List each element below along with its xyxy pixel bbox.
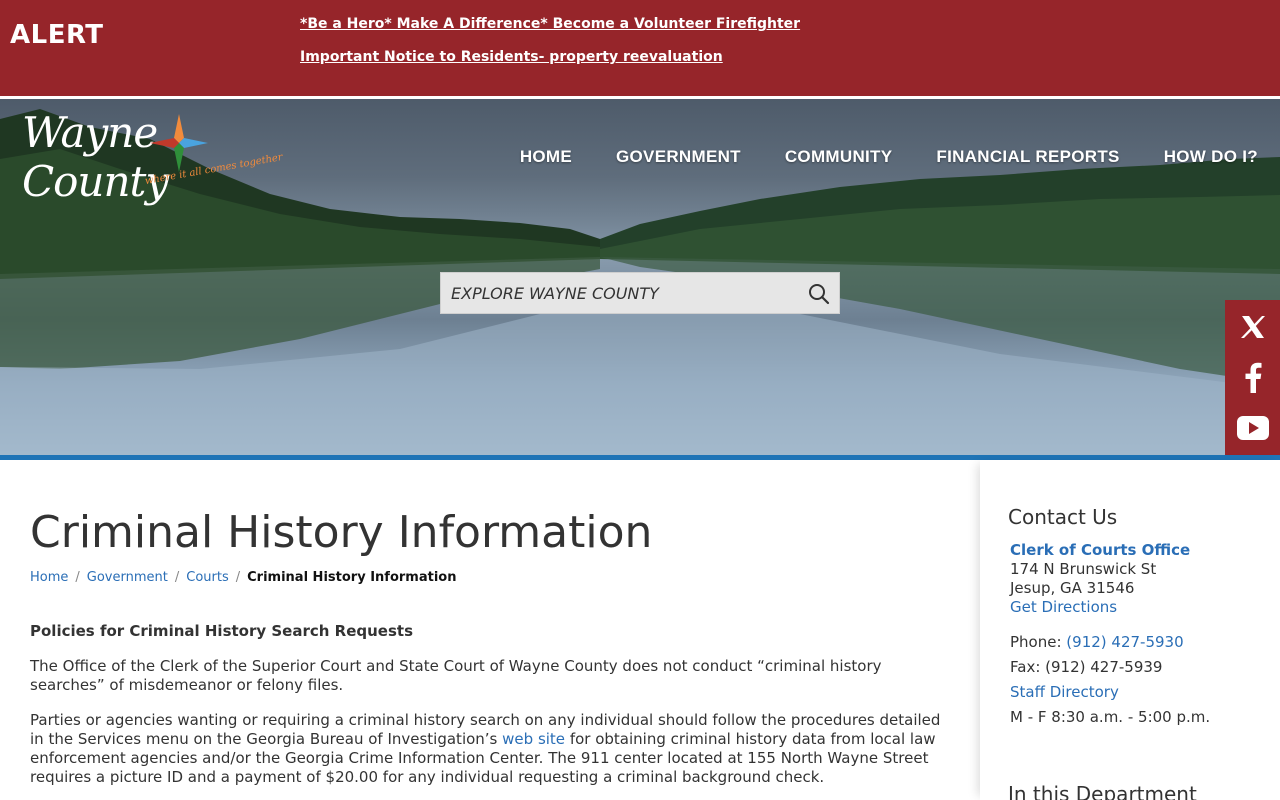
breadcrumb-government[interactable]: Government bbox=[87, 570, 168, 585]
breadcrumb-home[interactable]: Home bbox=[30, 570, 68, 585]
alert-bar: ALERT *Be a Hero* Make A Difference* Bec… bbox=[0, 0, 1280, 96]
site-search bbox=[440, 272, 840, 314]
breadcrumb-courts[interactable]: Courts bbox=[186, 570, 229, 585]
office-hours: M - F 8:30 a.m. - 5:00 p.m. bbox=[1010, 708, 1211, 726]
contact-sidebar: Contact Us Clerk of Courts Office 174 N … bbox=[980, 460, 1280, 800]
section-heading: Policies for Criminal History Search Req… bbox=[30, 622, 413, 640]
breadcrumb-separator: / bbox=[174, 570, 180, 585]
youtube-icon[interactable] bbox=[1225, 403, 1280, 453]
alert-link-reevaluation[interactable]: Important Notice to Residents- property … bbox=[300, 48, 800, 66]
alert-title: ALERT bbox=[10, 20, 104, 50]
department-heading: In this Department bbox=[1008, 782, 1197, 800]
logo-star-icon bbox=[150, 114, 208, 172]
social-bar bbox=[1225, 300, 1280, 455]
fax-line: Fax: (912) 427-5939 bbox=[1010, 658, 1163, 676]
staff-directory-link[interactable]: Staff Directory bbox=[1010, 683, 1119, 702]
x-icon[interactable] bbox=[1225, 302, 1280, 352]
breadcrumb-current: Criminal History Information bbox=[247, 570, 457, 585]
main-nav: HOME GOVERNMENT COMMUNITY FINANCIAL REPO… bbox=[520, 147, 1258, 167]
office-link[interactable]: Clerk of Courts Office bbox=[1010, 541, 1190, 560]
alert-link-volunteer[interactable]: *Be a Hero* Make A Difference* Become a … bbox=[300, 15, 800, 33]
get-directions-link[interactable]: Get Directions bbox=[1010, 598, 1117, 617]
search-input[interactable] bbox=[441, 273, 801, 313]
breadcrumb-separator: / bbox=[235, 570, 241, 585]
gbi-website-link[interactable]: web site bbox=[502, 730, 565, 748]
breadcrumb: Home / Government / Courts / Criminal History … bbox=[30, 570, 456, 585]
address-line-1: 174 N Brunswick St bbox=[1010, 560, 1157, 578]
nav-financial-reports[interactable]: FINANCIAL REPORTS bbox=[936, 147, 1119, 167]
phone-link[interactable]: (912) 427-5930 bbox=[1066, 633, 1183, 651]
facebook-icon[interactable] bbox=[1225, 352, 1280, 402]
phone-label: Phone: bbox=[1010, 633, 1067, 651]
breadcrumb-separator: / bbox=[75, 570, 80, 585]
nav-how-do-i[interactable]: HOW DO I? bbox=[1164, 147, 1258, 167]
paragraph-procedures: Parties or agencies wanting or requiring… bbox=[30, 711, 950, 787]
address-line-2: Jesup, GA 31546 bbox=[1010, 579, 1135, 597]
phone-line: Phone: (912) 427-5930 bbox=[1010, 633, 1184, 652]
search-icon[interactable] bbox=[807, 282, 831, 306]
wayne-county-logo[interactable]: Wayne County where it all comes together bbox=[22, 108, 302, 206]
nav-government[interactable]: GOVERNMENT bbox=[616, 147, 741, 167]
nav-home[interactable]: HOME bbox=[520, 147, 572, 167]
nav-community[interactable]: COMMUNITY bbox=[785, 147, 893, 167]
paragraph-intro: The Office of the Clerk of the Superior … bbox=[30, 657, 882, 694]
page-title: Criminal History Information bbox=[30, 507, 653, 558]
alert-links: *Be a Hero* Make A Difference* Become a … bbox=[300, 15, 800, 81]
contact-heading: Contact Us bbox=[1008, 505, 1118, 529]
